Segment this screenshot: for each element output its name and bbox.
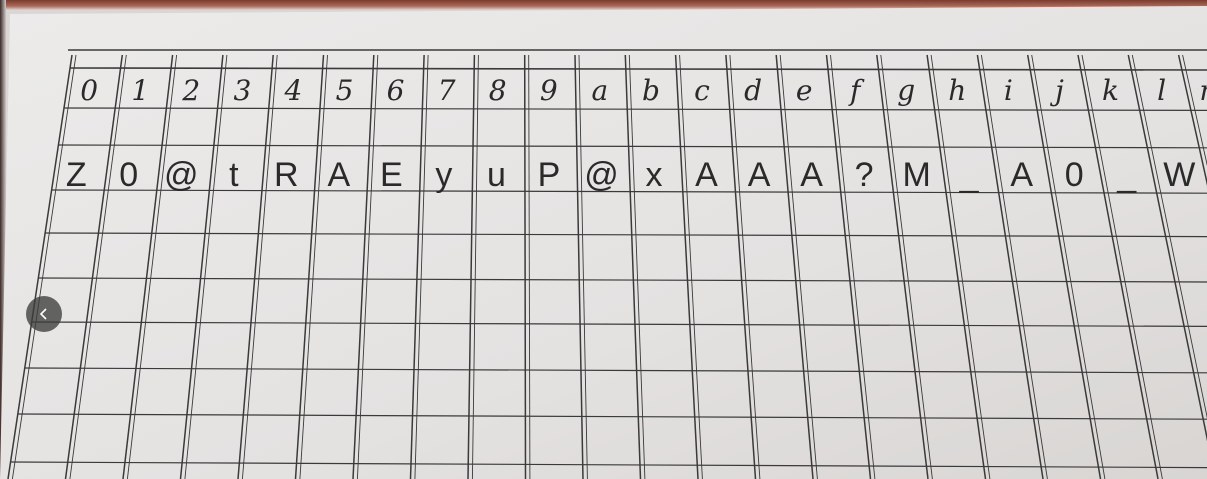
row1-char: 1 — [131, 74, 149, 107]
row2-char: A — [800, 156, 823, 194]
row2-char: @ — [584, 156, 619, 194]
row2-char: A — [748, 156, 771, 194]
row2-char: E — [380, 156, 403, 194]
row2-char: P — [538, 156, 561, 194]
row1-char: 7 — [438, 74, 456, 107]
row1-char: k — [1102, 74, 1119, 107]
row2-char: _ — [1116, 156, 1137, 194]
row2-char: M — [902, 156, 930, 194]
row2-char: y — [435, 156, 452, 194]
row1-char: g — [897, 74, 915, 107]
row1-char: e — [796, 74, 813, 107]
row1-char: a — [591, 74, 608, 107]
row1-char: m — [1199, 74, 1207, 107]
grid-sheet: 0123456789abcdefghijklm Z0@tRAEyuP@xAAA?… — [0, 6, 1207, 479]
row2-char: 0 — [119, 156, 138, 194]
row2-char: Z — [66, 156, 87, 194]
row2-char: ? — [855, 156, 874, 194]
row1-char: 5 — [336, 74, 354, 107]
row2-char: A — [695, 156, 718, 194]
row1-char: b — [642, 74, 660, 107]
row1-char: 9 — [540, 74, 558, 107]
row1-char: h — [948, 74, 966, 107]
row1-char: c — [694, 74, 710, 107]
row2-char: A — [1010, 156, 1033, 194]
row2-char: u — [487, 156, 506, 194]
row2-char: W — [1163, 156, 1195, 194]
row2-char: R — [274, 156, 299, 194]
row2-char: x — [645, 156, 662, 194]
row2-char: _ — [959, 156, 980, 194]
row1-char: 0 — [80, 74, 98, 107]
row1-char: l — [1157, 74, 1166, 107]
row1-char: 2 — [181, 74, 200, 107]
row1-char: 3 — [233, 74, 251, 107]
row1-char: d — [744, 74, 762, 107]
row1-char: 6 — [387, 74, 405, 107]
row2-char: t — [229, 156, 239, 194]
row2-char: 0 — [1065, 156, 1084, 194]
grid-paper-photo: 0123456789abcdefghijklm Z0@tRAEyuP@xAAA?… — [0, 0, 1207, 479]
chevron-left-icon — [39, 308, 47, 320]
row2-char: @ — [164, 156, 199, 194]
row1-char: i — [1004, 74, 1013, 107]
row2-char: A — [328, 156, 351, 194]
back-button[interactable] — [26, 296, 62, 332]
row1-char: 8 — [489, 74, 507, 107]
row1-char: 4 — [284, 74, 303, 107]
